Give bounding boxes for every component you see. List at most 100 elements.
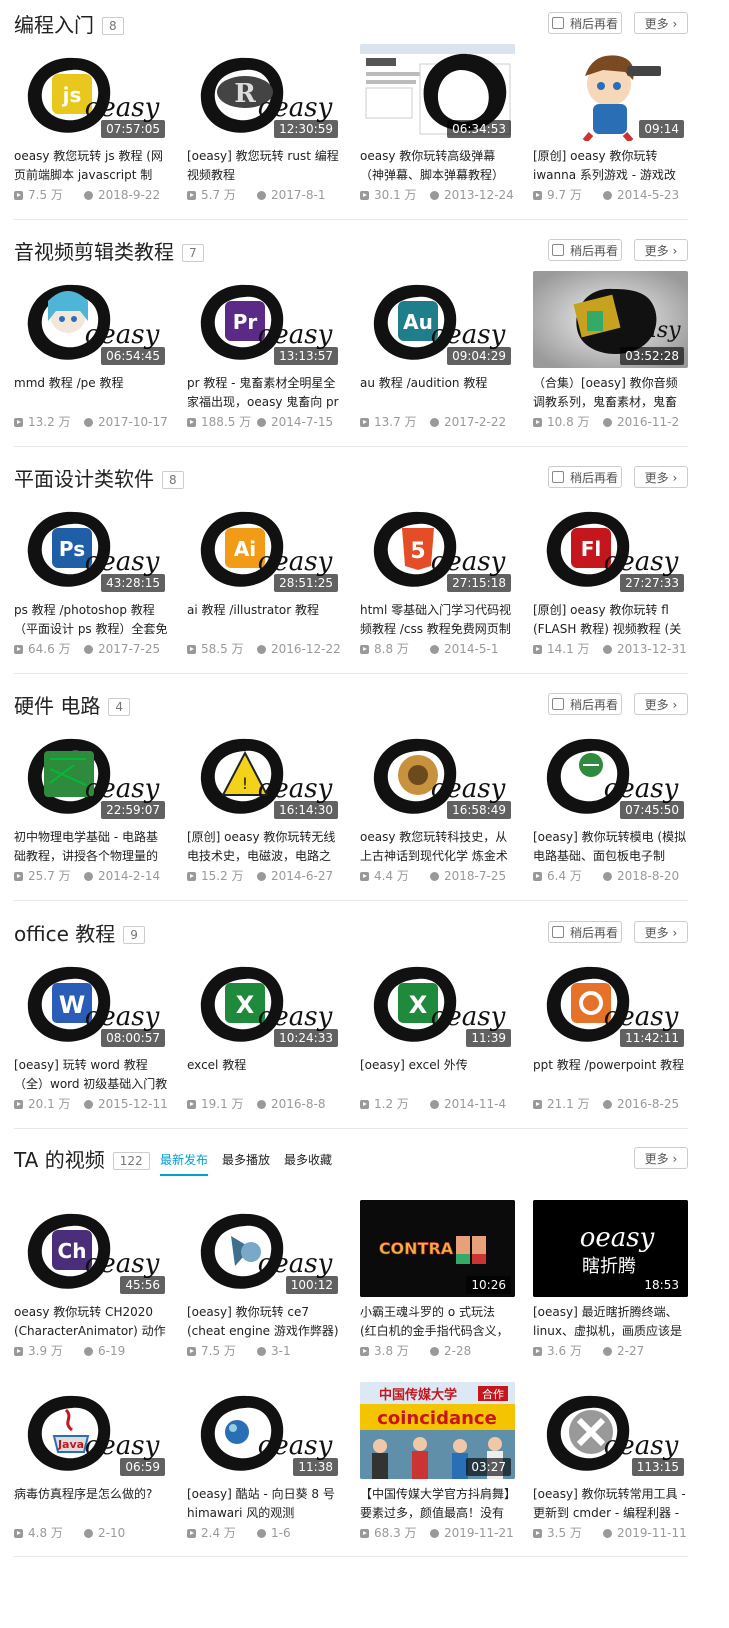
video-card[interactable]: Pr oeasy 13:13:57 pr 教程 - 鬼畜素材全明星全家福出现，oe… xyxy=(187,271,342,430)
section-title[interactable]: 平面设计类软件 8 xyxy=(14,467,184,491)
video-title[interactable]: mmd 教程 /pe 教程 xyxy=(14,374,169,412)
video-thumbnail[interactable]: oeasy 16:58:49 xyxy=(360,725,515,822)
video-card[interactable]: js oeasy 07:57:05 oeasy 教您玩转 js 教程 (网页前端脚… xyxy=(14,44,169,203)
video-title[interactable]: ps 教程 /photoshop 教程（平面设计 ps 教程）全套免 xyxy=(14,601,169,639)
video-thumbnail[interactable]: CONTRA 10:26 xyxy=(360,1200,515,1297)
video-thumbnail[interactable]: 09:14 xyxy=(533,44,688,141)
video-card[interactable]: oeasy 22:59:07 初中物理电学基础 - 电路基础教程，讲授各个物理量的… xyxy=(14,725,169,884)
video-thumbnail[interactable]: js oeasy 07:57:05 xyxy=(14,44,169,141)
video-title[interactable]: excel 教程 xyxy=(187,1056,342,1094)
video-title[interactable]: pr 教程 - 鬼畜素材全明星全家福出现，oeasy 鬼畜向 pr xyxy=(187,374,342,412)
video-card[interactable]: oeasy 03:52:28 （合集）[oeasy] 教你音频调教系列，鬼畜素材，… xyxy=(533,271,688,430)
video-thumbnail[interactable]: Fl oeasy 27:27:33 xyxy=(533,498,688,595)
video-title[interactable]: [oeasy] 教你玩转模电 (模拟电路基础、面包板电子制作、 xyxy=(533,828,688,866)
video-title[interactable]: 初中物理电学基础 - 电路基础教程，讲授各个物理量的由 xyxy=(14,828,169,866)
video-card[interactable]: oeasy 11:42:11 ppt 教程 /powerpoint 教程 21.1 … xyxy=(533,953,688,1112)
section-title[interactable]: 音视频剪辑类教程 7 xyxy=(14,240,204,264)
more-button[interactable]: 更多 › xyxy=(634,921,688,943)
video-title[interactable]: au 教程 /audition 教程 xyxy=(360,374,515,412)
video-title[interactable]: 小霸王魂斗罗的 o 式玩法 (红白机的金手指代码含义，以及 xyxy=(360,1303,515,1341)
section-title-text[interactable]: 硬件 电路 xyxy=(14,694,100,718)
video-card[interactable]: Au oeasy 09:04:29 au 教程 /audition 教程 13.7 … xyxy=(360,271,515,430)
video-thumbnail[interactable]: oeasy 113:15 xyxy=(533,1382,688,1479)
video-title[interactable]: [oeasy] 教您玩转 rust 编程视频教程 xyxy=(187,147,342,185)
video-card[interactable]: oeasy 06:54:45 mmd 教程 /pe 教程 13.2 万 2017-10… xyxy=(14,271,169,430)
video-thumbnail[interactable]: Java oeasy 06:59 xyxy=(14,1382,169,1479)
video-card[interactable]: Ps oeasy 43:28:15 ps 教程 /photoshop 教程（平面设… xyxy=(14,498,169,657)
video-thumbnail[interactable]: oeasy 06:54:45 xyxy=(14,271,169,368)
video-card[interactable]: Ai oeasy 28:51:25 ai 教程 /illustrator 教程 58… xyxy=(187,498,342,657)
section-title-text[interactable]: 音视频剪辑类教程 xyxy=(14,240,174,264)
video-title[interactable]: oeasy 教您玩转科技史，从上古神话到现代化学 炼金术 修 xyxy=(360,828,515,866)
video-card[interactable]: X oeasy 11:39 [oeasy] excel 外传 1.2 万 2014-1… xyxy=(360,953,515,1112)
section-title[interactable]: 硬件 电路 4 xyxy=(14,694,130,718)
tab-latest[interactable]: 最新发布 xyxy=(160,1148,209,1176)
watch-later-button[interactable]: 稍后再看 xyxy=(548,239,622,261)
section-title-text[interactable]: office 教程 xyxy=(14,922,115,946)
video-thumbnail[interactable]: R oeasy 12:30:59 xyxy=(187,44,342,141)
video-thumbnail[interactable]: 中国传媒大学 合作 coincidance 03:27 xyxy=(360,1382,515,1479)
video-card[interactable]: oeasy 瞎折腾 18:53 [oeasy] 最近瞎折腾终端、linux、虚拟机… xyxy=(533,1200,688,1359)
video-thumbnail[interactable]: Ch oeasy 45:56 xyxy=(14,1200,169,1297)
video-card[interactable]: W oeasy 08:00:57 [oeasy] 玩转 word 教程（全）wor… xyxy=(14,953,169,1112)
video-card[interactable]: oeasy 11:38 [oeasy] 酷站 - 向日葵 8 号 himawari… xyxy=(187,1382,342,1541)
section-title[interactable]: office 教程 9 xyxy=(14,922,145,946)
more-button[interactable]: 更多 › xyxy=(634,12,688,34)
video-title[interactable]: [oeasy] 最近瞎折腾终端、linux、虚拟机，画质应该是 xyxy=(533,1303,688,1341)
video-thumbnail[interactable]: oeasy 11:38 xyxy=(187,1382,342,1479)
video-card[interactable]: 5 oeasy 27:15:18 html 零基础入门学习代码视频教程 /css … xyxy=(360,498,515,657)
section-title-text[interactable]: 平面设计类软件 xyxy=(14,467,154,491)
video-card[interactable]: oeasy 100:12 [oeasy] 教你玩转 ce7 (cheat engi… xyxy=(187,1200,342,1359)
video-card[interactable]: Fl oeasy 27:27:33 [原创] oeasy 教你玩转 fl (FLA… xyxy=(533,498,688,657)
video-thumbnail[interactable]: X oeasy 10:24:33 xyxy=(187,953,342,1050)
video-title[interactable]: [oeasy] 酷站 - 向日葵 8 号 himawari 风的观测 xyxy=(187,1485,342,1523)
video-title[interactable]: oeasy 教您玩转 js 教程 (网页前端脚本 javascript 制作)、 xyxy=(14,147,169,185)
video-title[interactable]: [oeasy] 教你玩转常用工具 - 更新到 cmder - 编程利器 - xyxy=(533,1485,688,1523)
tab-most-favorited[interactable]: 最多收藏 xyxy=(284,1148,332,1172)
video-title[interactable]: ppt 教程 /powerpoint 教程 xyxy=(533,1056,688,1094)
video-card[interactable]: oeasy 16:58:49 oeasy 教您玩转科技史，从上古神话到现代化学 炼… xyxy=(360,725,515,884)
video-title[interactable]: oeasy 教你玩转高级弹幕（神弹幕、脚本弹幕教程） xyxy=(360,147,515,185)
video-title[interactable]: 病毒仿真程序是怎么做的? xyxy=(14,1485,169,1523)
video-card[interactable]: 09:14 [原创] oeasy 教你玩转 iwanna 系列游戏 - 游戏改 9.… xyxy=(533,44,688,203)
video-thumbnail[interactable]: Pr oeasy 13:13:57 xyxy=(187,271,342,368)
video-title[interactable]: [原创] oeasy 教你玩转无线电技术史，电磁波，电路之后的 xyxy=(187,828,342,866)
watch-later-button[interactable]: 稍后再看 xyxy=(548,921,622,943)
video-thumbnail[interactable]: 5 oeasy 27:15:18 xyxy=(360,498,515,595)
more-button[interactable]: 更多 › xyxy=(634,466,688,488)
watch-later-button[interactable]: 稍后再看 xyxy=(548,693,622,715)
video-title[interactable]: [oeasy] 玩转 word 教程（全）word 初级基础入门教 xyxy=(14,1056,169,1094)
more-button[interactable]: 更多 › xyxy=(634,693,688,715)
video-card[interactable]: 中国传媒大学 合作 coincidance 03:27 【中国传媒大学官方抖肩舞】… xyxy=(360,1382,515,1541)
video-thumbnail[interactable]: Ai oeasy 28:51:25 xyxy=(187,498,342,595)
video-thumbnail[interactable]: W oeasy 08:00:57 xyxy=(14,953,169,1050)
video-card[interactable]: ! oeasy 16:14:30 [原创] oeasy 教你玩转无线电技术史，电磁… xyxy=(187,725,342,884)
video-title[interactable]: html 零基础入门学习代码视频教程 /css 教程免费网页制 xyxy=(360,601,515,639)
video-thumbnail[interactable]: Ps oeasy 43:28:15 xyxy=(14,498,169,595)
video-card[interactable]: oeasy 113:15 [oeasy] 教你玩转常用工具 - 更新到 cmder… xyxy=(533,1382,688,1541)
video-thumbnail[interactable]: oeasy 瞎折腾 18:53 xyxy=(533,1200,688,1297)
video-thumbnail[interactable]: oeasy 100:12 xyxy=(187,1200,342,1297)
video-thumbnail[interactable]: Au oeasy 09:04:29 xyxy=(360,271,515,368)
video-thumbnail[interactable]: oeasy 07:45:50 xyxy=(533,725,688,822)
video-title[interactable]: ai 教程 /illustrator 教程 xyxy=(187,601,342,639)
video-thumbnail[interactable]: oeasy 22:59:07 xyxy=(14,725,169,822)
video-title[interactable]: oeasy 教你玩转 CH2020 (CharacterAnimator) 动作 xyxy=(14,1303,169,1341)
video-title[interactable]: [原创] oeasy 教你玩转 fl (FLASH 教程) 视频教程 (关 xyxy=(533,601,688,639)
video-card[interactable]: 06:34:53 oeasy 教你玩转高级弹幕（神弹幕、脚本弹幕教程） 30.1 万… xyxy=(360,44,515,203)
video-title[interactable]: [oeasy] excel 外传 xyxy=(360,1056,515,1094)
video-thumbnail[interactable]: ! oeasy 16:14:30 xyxy=(187,725,342,822)
section-title[interactable]: 编程入门 8 xyxy=(14,13,124,37)
section-title-text[interactable]: 编程入门 xyxy=(14,13,94,37)
video-title[interactable]: 【中国传媒大学官方抖肩舞】要素过多，颜值最高！没有白 xyxy=(360,1485,515,1523)
video-title[interactable]: （合集）[oeasy] 教你音频调教系列，鬼畜素材，鬼畜调 xyxy=(533,374,688,412)
video-thumbnail[interactable]: oeasy 11:42:11 xyxy=(533,953,688,1050)
video-card[interactable]: X oeasy 10:24:33 excel 教程 19.1 万 2016-8-8 xyxy=(187,953,342,1112)
video-card[interactable]: R oeasy 12:30:59 [oeasy] 教您玩转 rust 编程视频教程… xyxy=(187,44,342,203)
video-title[interactable]: [原创] oeasy 教你玩转 iwanna 系列游戏 - 游戏改 xyxy=(533,147,688,185)
video-card[interactable]: CONTRA 10:26 小霸王魂斗罗的 o 式玩法 (红白机的金手指代码含义，以… xyxy=(360,1200,515,1359)
video-thumbnail[interactable]: X oeasy 11:39 xyxy=(360,953,515,1050)
video-thumbnail[interactable]: 06:34:53 xyxy=(360,44,515,141)
watch-later-button[interactable]: 稍后再看 xyxy=(548,466,622,488)
more-button[interactable]: 更多 › xyxy=(634,239,688,261)
